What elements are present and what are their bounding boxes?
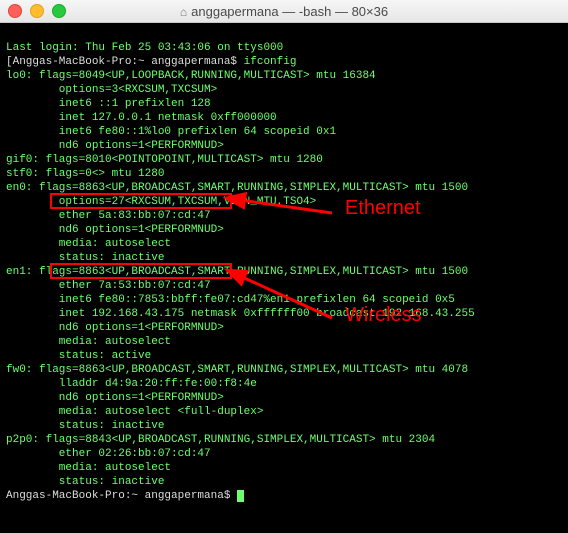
prompt-line-2: Anggas-MacBook-Pro:~ anggapermana$ xyxy=(6,489,562,503)
out-27: ether 02:26:bb:07:cd:47 xyxy=(6,447,562,461)
window-titlebar: ⌂ anggapermana — -bash — 80×36 xyxy=(0,0,568,23)
wireless-label: Wireless xyxy=(345,308,422,322)
out-24: media: autoselect <full-duplex> xyxy=(6,405,562,419)
minimize-icon[interactable] xyxy=(30,4,44,18)
out-4: inet6 fe80::1%lo0 prefixlen 64 scopeid 0… xyxy=(6,125,562,139)
zoom-icon[interactable] xyxy=(52,4,66,18)
out-20: status: active xyxy=(6,349,562,363)
prompt-host-2: Anggas-MacBook-Pro:~ anggapermana$ xyxy=(6,490,237,502)
title-text: anggapermana — -bash — 80×36 xyxy=(191,4,388,19)
out-23: nd6 options=1<PERFORMNUD> xyxy=(6,391,562,405)
window-title: ⌂ anggapermana — -bash — 80×36 xyxy=(0,4,568,19)
out-21: fw0: flags=8863<UP,BROADCAST,SMART,RUNNI… xyxy=(6,363,562,377)
out-25: status: inactive xyxy=(6,419,562,433)
wireless-mac-box xyxy=(50,263,232,279)
command-ifconfig: ifconfig xyxy=(244,56,297,68)
ethernet-label: Ethernet xyxy=(345,201,421,215)
home-icon: ⌂ xyxy=(180,5,187,19)
out-19: media: autoselect xyxy=(6,335,562,349)
out-5: nd6 options=1<PERFORMNUD> xyxy=(6,139,562,153)
last-login-line: Last login: Thu Feb 25 03:43:06 on ttys0… xyxy=(6,41,562,55)
prompt-host-1: [Anggas-MacBook-Pro:~ anggapermana$ xyxy=(6,56,244,68)
cursor-icon xyxy=(237,490,244,502)
prompt-line-1: [Anggas-MacBook-Pro:~ anggapermana$ ifco… xyxy=(6,55,562,69)
out-6: gif0: flags=8010<POINTOPOINT,MULTICAST> … xyxy=(6,153,562,167)
out-29: status: inactive xyxy=(6,475,562,489)
ethernet-arrow-icon xyxy=(232,188,342,228)
out-28: media: autoselect xyxy=(6,461,562,475)
out-2: inet6 ::1 prefixlen 128 xyxy=(6,97,562,111)
wireless-arrow-icon xyxy=(232,268,342,328)
close-icon[interactable] xyxy=(8,4,22,18)
out-3: inet 127.0.0.1 netmask 0xff000000 xyxy=(6,111,562,125)
out-0: lo0: flags=8049<UP,LOOPBACK,RUNNING,MULT… xyxy=(6,69,562,83)
out-22: lladdr d4:9a:20:ff:fe:00:f8:4e xyxy=(6,377,562,391)
out-26: p2p0: flags=8843<UP,BROADCAST,RUNNING,SI… xyxy=(6,433,562,447)
out-7: stf0: flags=0<> mtu 1280 xyxy=(6,167,562,181)
out-12: media: autoselect xyxy=(6,237,562,251)
out-1: options=3<RXCSUM,TXCSUM> xyxy=(6,83,562,97)
ethernet-mac-box xyxy=(50,193,232,209)
terminal[interactable]: Last login: Thu Feb 25 03:43:06 on ttys0… xyxy=(0,23,568,533)
traffic-lights xyxy=(8,4,66,18)
